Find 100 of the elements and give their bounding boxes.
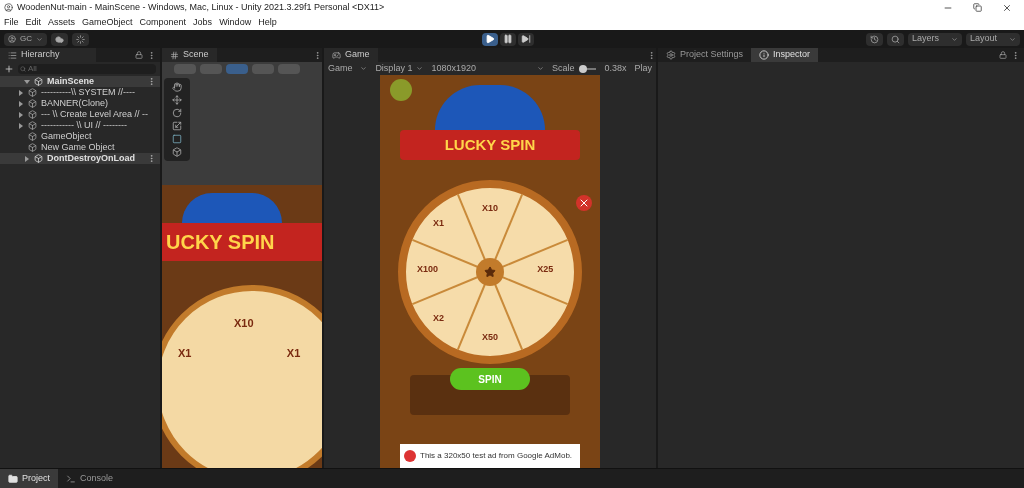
menu-item[interactable]: GameObject: [82, 15, 133, 30]
play-mode-dropdown[interactable]: Play: [634, 61, 652, 76]
list-icon: [8, 50, 17, 60]
account-dropdown[interactable]: GC: [4, 32, 47, 46]
search-icon: [20, 66, 26, 72]
history-button[interactable]: [866, 32, 883, 46]
move-icon[interactable]: [172, 95, 182, 105]
slider-thumb[interactable]: [579, 64, 588, 73]
search-button[interactable]: [887, 32, 904, 46]
menu-item[interactable]: Jobs: [193, 15, 213, 30]
menu-item[interactable]: Help: [258, 15, 277, 30]
wheel-label: X100: [416, 262, 438, 276]
gamepad-icon: [332, 50, 341, 60]
step-button[interactable]: [517, 32, 534, 46]
hand-icon[interactable]: [172, 82, 182, 92]
caret-icon: [536, 65, 544, 72]
restore-icon[interactable]: [973, 2, 982, 12]
close-icon[interactable]: [576, 195, 592, 211]
info-icon: [759, 50, 770, 60]
search-field[interactable]: All: [18, 64, 156, 74]
expand-arrow-icon[interactable]: [18, 122, 24, 129]
scale-icon[interactable]: [172, 121, 182, 131]
more-icon[interactable]: [313, 50, 322, 60]
cube-icon[interactable]: [172, 147, 182, 157]
lock-icon[interactable]: [135, 51, 143, 59]
cloud-button[interactable]: [51, 32, 68, 46]
toolbar-dropdown[interactable]: Layers: [908, 32, 962, 46]
more-icon[interactable]: [1011, 50, 1020, 60]
scale-slider[interactable]: [582, 67, 597, 70]
banner-title: UCKY SPIN: [166, 230, 275, 255]
more-icon[interactable]: [147, 77, 156, 86]
toolbar-dropdown[interactable]: Layout: [966, 32, 1020, 46]
pause-button[interactable]: [499, 32, 516, 46]
history-icon: [870, 34, 879, 44]
hierarchy-item[interactable]: --- \\ Create Level Area // --: [41, 110, 149, 119]
wheel-label: X1: [432, 216, 444, 230]
play-button[interactable]: [481, 32, 498, 46]
ad-logo-icon: [404, 450, 416, 462]
resolution-dropdown[interactable]: 1080x1920: [431, 61, 544, 76]
hierarchy-item[interactable]: BANNER(Clone): [41, 99, 109, 108]
cube-icon: [28, 110, 37, 119]
wheel-label: X25: [537, 262, 554, 276]
rotate-icon[interactable]: [172, 108, 182, 118]
expand-arrow-icon[interactable]: [18, 89, 24, 96]
banner-title: LUCKY SPIN: [444, 134, 536, 155]
add-icon[interactable]: [4, 64, 14, 74]
lock-icon[interactable]: [999, 51, 1007, 59]
scale-value: 0.38x: [604, 61, 627, 75]
close-icon[interactable]: [1002, 2, 1012, 13]
caret-icon: [1009, 35, 1016, 43]
caret-icon: [951, 35, 958, 43]
folder-icon: [8, 473, 18, 484]
unity-scene-icon: [34, 77, 43, 86]
menu-item[interactable]: Edit: [25, 15, 42, 30]
search-icon: [891, 34, 900, 44]
wheel-label: X1: [286, 346, 301, 361]
cloud-icon: [55, 34, 64, 44]
display-dropdown[interactable]: Display 1: [375, 61, 424, 76]
rect-tool-icon[interactable]: [172, 134, 182, 144]
expanded-arrow-icon[interactable]: [24, 78, 30, 85]
menu-item[interactable]: Assets: [48, 15, 76, 30]
ad-text: This a 320x50 test ad from Google AdMob.: [420, 451, 573, 461]
menu-item[interactable]: File: [4, 15, 19, 30]
cube-icon: [28, 99, 37, 108]
cube-icon: [28, 88, 37, 97]
caret-icon: [360, 65, 368, 72]
more-icon[interactable]: [147, 50, 156, 60]
caret-icon: [416, 65, 424, 72]
collab-button[interactable]: [72, 32, 89, 46]
grid-icon: [170, 50, 179, 60]
hierarchy-item[interactable]: GameObject: [41, 132, 92, 141]
panel-tab[interactable]: Project: [0, 469, 58, 488]
caret-icon: [36, 35, 43, 43]
expand-arrow-icon[interactable]: [18, 111, 24, 118]
wheel-label: X2: [432, 312, 444, 326]
wheel-label: X10: [234, 316, 254, 331]
step-icon: [520, 34, 531, 44]
panel-tab[interactable]: Inspector: [751, 48, 819, 62]
expand-arrow-icon[interactable]: [24, 155, 30, 162]
menu-item[interactable]: Window: [219, 15, 252, 30]
hierarchy-item[interactable]: ----------- \\ UI // --------: [41, 121, 127, 130]
play-icon: [484, 34, 495, 44]
unity-scene-icon: [34, 154, 43, 163]
hierarchy-item[interactable]: ----------\\ SYSTEM //----: [41, 88, 135, 97]
view-mode-dropdown[interactable]: Game: [328, 61, 368, 76]
settings-icon: [666, 50, 676, 60]
ad-banner[interactable]: This a 320x50 test ad from Google AdMob.: [400, 444, 580, 468]
wheel-label: X1: [178, 346, 192, 361]
wheel-label: X50: [482, 330, 498, 344]
menu-item[interactable]: Component: [139, 15, 187, 30]
window-title: WoodenNut-main - MainScene - Windows, Mac, Linux - Unity 2021.3.29f1 Personal <DX11>: [17, 0, 385, 14]
hierarchy-item[interactable]: New Game Object: [41, 143, 115, 152]
expand-arrow-icon[interactable]: [18, 100, 24, 107]
more-icon[interactable]: [147, 154, 156, 163]
cube-icon: [28, 132, 37, 141]
more-icon[interactable]: [647, 50, 656, 60]
pause-icon: [502, 34, 513, 44]
console-icon: [66, 473, 76, 484]
wheel-label: X10: [482, 202, 498, 216]
cube-icon: [28, 121, 37, 130]
